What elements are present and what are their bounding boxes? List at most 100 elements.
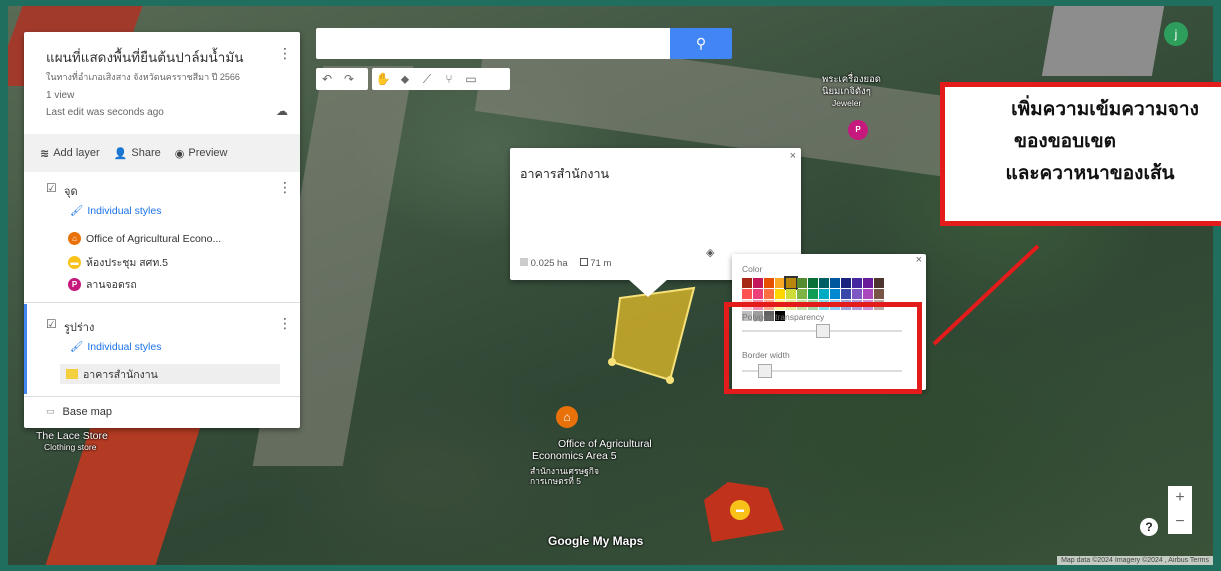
color-swatch[interactable] xyxy=(753,289,763,299)
parking-marker-icon[interactable]: P xyxy=(848,120,868,140)
layer-checkbox[interactable]: ☑ xyxy=(46,182,58,194)
map-attribution[interactable]: Map data ©2024 Imagery ©2024 , Airbus Te… xyxy=(1057,556,1213,565)
layer-points: ☑ จุด ⋮ 🖌 Individual styles ⌂ Office of Ag… xyxy=(24,172,300,302)
feature-item[interactable]: ▬ ห้องประชุม สศท.5 xyxy=(68,254,168,271)
color-swatch[interactable] xyxy=(784,276,798,290)
cloud-saved-icon: ☁ xyxy=(276,104,288,118)
popup-pointer xyxy=(628,279,668,297)
color-swatch[interactable] xyxy=(753,278,763,288)
map-label: Economics Area 5 xyxy=(532,450,617,462)
ruler-icon[interactable]: ▭ xyxy=(460,72,482,86)
share-button[interactable]: 👤 Share xyxy=(114,147,161,160)
divider xyxy=(24,396,300,397)
help-icon[interactable]: ? xyxy=(1140,518,1158,536)
individual-styles-link[interactable]: 🖌 Individual styles xyxy=(70,204,161,218)
color-swatch[interactable] xyxy=(874,289,884,299)
map-options-icon[interactable]: ⋮ xyxy=(278,46,292,60)
marker-icon[interactable]: ⬥ xyxy=(394,72,416,87)
style-paint-bucket-icon[interactable]: ◈ xyxy=(706,246,714,259)
color-swatch[interactable] xyxy=(819,289,829,299)
color-swatch[interactable] xyxy=(742,289,752,299)
color-swatch[interactable] xyxy=(808,278,818,288)
layer-name[interactable]: จุด xyxy=(64,182,78,200)
route-icon[interactable]: ⑂ xyxy=(438,72,460,86)
paint-roller-icon: 🖌 xyxy=(70,341,84,353)
color-swatch[interactable] xyxy=(764,278,774,288)
color-swatch[interactable] xyxy=(775,289,785,299)
feature-title[interactable]: อาคารสำนักงาน xyxy=(520,164,609,184)
layer-shapes: ☑ รูปร่าง ⋮ 🖌 Individual styles อาคารสำนั… xyxy=(24,304,300,394)
undo-icon[interactable]: ↶ xyxy=(316,72,338,86)
callout-line: และควาหนาของเส้น xyxy=(1005,162,1175,184)
color-swatch[interactable] xyxy=(764,289,774,299)
map-label: Clothing store xyxy=(44,442,97,452)
individual-styles-link[interactable]: 🖌 Individual styles xyxy=(70,340,161,354)
last-edit-status: Last edit was seconds ago xyxy=(46,107,164,118)
feature-item-selected[interactable]: อาคารสำนักงาน xyxy=(60,364,280,384)
drawing-toolbar: ✋ ⬥ ⟋ ⑂ ▭ xyxy=(372,68,510,90)
share-person-icon: 👤 xyxy=(113,147,128,160)
zoom-out-button[interactable]: − xyxy=(1168,510,1192,534)
layers-icon: ≋ xyxy=(40,147,50,160)
map-label: Office of Agricultural xyxy=(558,438,652,450)
feature-item[interactable]: P ลานจอดรถ xyxy=(68,276,137,293)
map-label: Jeweler xyxy=(832,98,862,108)
color-swatch[interactable] xyxy=(863,289,873,299)
color-swatch[interactable] xyxy=(742,278,752,288)
color-swatch[interactable] xyxy=(841,289,851,299)
close-icon[interactable]: × xyxy=(916,254,922,266)
search-icon: ⚲ xyxy=(695,35,707,51)
color-label: Color xyxy=(742,264,763,274)
map-label: การเกษตรที่ 5 xyxy=(530,476,581,486)
paint-roller-icon: 🖌 xyxy=(70,205,84,217)
meeting-icon: ▬ xyxy=(68,256,81,269)
map-subtitle: ในทางที่อำเภอเสิงสาง จังหวัดนครราชสีมา ป… xyxy=(46,72,240,82)
eye-icon: ◉ xyxy=(174,147,185,160)
layer-checkbox[interactable]: ☑ xyxy=(46,318,58,330)
map-legend-panel: แผนที่แสดงพื้นที่ยืนต้นปาล์มน้ำมัน ⋮ ในท… xyxy=(24,32,300,428)
color-swatch[interactable] xyxy=(841,278,851,288)
divider xyxy=(24,302,300,303)
undo-redo-toolbar: ↶ ↷ xyxy=(316,68,368,90)
map-label: The Lace Store xyxy=(36,430,108,442)
redo-icon[interactable]: ↷ xyxy=(338,72,360,86)
measurements: 0.025 ha 71 m xyxy=(520,258,611,269)
layer-options-icon[interactable]: ⋮ xyxy=(278,180,292,194)
color-swatch[interactable] xyxy=(852,278,862,288)
annotation-arrow xyxy=(932,244,1040,346)
layer-name[interactable]: รูปร่าง xyxy=(64,318,94,336)
google-my-maps-logo: Google My Maps xyxy=(548,534,644,548)
hand-icon[interactable]: ✋ xyxy=(372,72,394,86)
add-layer-button[interactable]: ≋ Add layer xyxy=(40,147,100,160)
area-icon xyxy=(520,258,528,266)
draw-line-icon[interactable]: ⟋ xyxy=(416,72,438,87)
color-swatch[interactable] xyxy=(830,278,840,288)
color-swatch[interactable] xyxy=(775,278,785,288)
panel-toolbar: ≋ Add layer 👤 Share ◉ Preview xyxy=(24,134,300,172)
color-swatch[interactable] xyxy=(786,289,796,299)
color-swatch[interactable] xyxy=(852,289,862,299)
map-title[interactable]: แผนที่แสดงพื้นที่ยืนต้นปาล์มน้ำมัน xyxy=(46,46,266,68)
zoom-in-button[interactable]: + xyxy=(1168,486,1192,510)
color-swatch[interactable] xyxy=(874,278,884,288)
layer-options-icon[interactable]: ⋮ xyxy=(278,316,292,330)
color-swatch[interactable] xyxy=(797,289,807,299)
base-map-toggle[interactable]: ▭ Base map xyxy=(46,406,112,418)
user-avatar[interactable]: j xyxy=(1164,22,1188,46)
feature-item[interactable]: ⌂ Office of Agricultural Econo... xyxy=(68,232,221,245)
close-icon[interactable]: × xyxy=(790,150,796,162)
color-swatch[interactable] xyxy=(808,289,818,299)
color-swatch[interactable] xyxy=(863,278,873,288)
parking-icon: P xyxy=(68,278,81,291)
meeting-room-marker-icon[interactable]: ▬ xyxy=(730,500,750,520)
color-swatch[interactable] xyxy=(830,289,840,299)
preview-button[interactable]: ◉ Preview xyxy=(175,147,228,160)
highlight-box xyxy=(724,302,922,394)
office-marker-icon[interactable]: ⌂ xyxy=(556,406,578,428)
annotation-callout: เพิ่มความเข้มความจาง ของขอบเขต และควาหนา… xyxy=(940,82,1221,226)
color-swatch[interactable] xyxy=(819,278,829,288)
search-input[interactable] xyxy=(316,28,670,59)
color-swatch[interactable] xyxy=(797,278,807,288)
outer-frame: ⌂ ▬ P The Lace Store Clothing store Offi… xyxy=(0,0,1221,571)
search-button[interactable]: ⚲ xyxy=(670,28,732,59)
